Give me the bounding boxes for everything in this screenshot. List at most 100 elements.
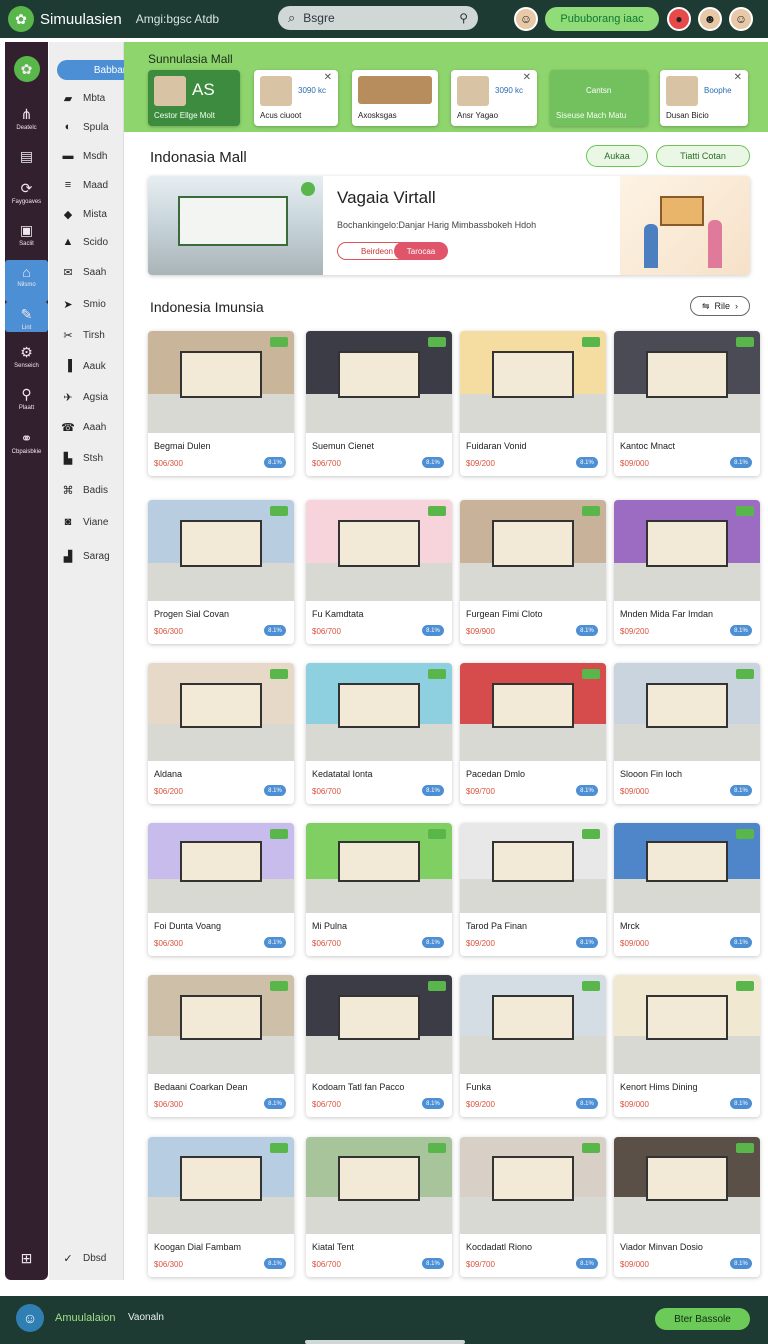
rail-item-1[interactable]: ▤ xyxy=(5,148,48,167)
category-item-15[interactable]: ▟ Sarag xyxy=(61,546,121,566)
product-badge[interactable]: 8.1% xyxy=(422,1258,444,1269)
product-card[interactable]: Mrck $09/000 8.1% xyxy=(614,823,760,956)
category-item-10[interactable]: ✈ Agsia xyxy=(61,387,121,407)
category-item-12[interactable]: ▙ Stsh xyxy=(61,448,121,468)
product-card[interactable]: Progen Sial Covan $06/300 8.1% xyxy=(148,500,294,644)
product-card[interactable]: Mnden Mida Far Imdan $09/200 8.1% xyxy=(614,500,760,644)
product-badge[interactable]: 8.1% xyxy=(422,937,444,948)
category-item-0[interactable]: ▰ Mbta xyxy=(61,88,121,108)
product-card[interactable]: Kantoc Mnact $09/000 8.1% xyxy=(614,331,760,476)
bottom-cta-button[interactable]: Bter Bassole xyxy=(655,1308,750,1330)
product-card[interactable]: Kedatatal Ionta $06/700 8.1% xyxy=(306,663,452,804)
mall-card-4[interactable]: Cantsn Siseuse Mach Matu xyxy=(550,70,648,126)
category-item-5[interactable]: ▲ Scido xyxy=(61,232,121,252)
product-badge[interactable]: 8.1% xyxy=(264,937,286,948)
product-card[interactable]: Kenort Hims Dining $09/000 8.1% xyxy=(614,975,760,1117)
product-card[interactable]: Aldana $06/200 8.1% xyxy=(148,663,294,804)
mall-card-1[interactable]: 3090 kc Acus ciuoot ✕ xyxy=(254,70,338,126)
category-item-8[interactable]: ✂ Tirsh xyxy=(61,325,121,345)
product-badge[interactable]: 8.1% xyxy=(576,625,598,636)
product-card[interactable]: Koogan Dial Fambam $06/300 8.1% xyxy=(148,1137,294,1277)
product-card[interactable]: Mi Pulna $06/700 8.1% xyxy=(306,823,452,956)
product-badge[interactable]: 8.1% xyxy=(576,937,598,948)
top-cta-button[interactable]: Pububorang iaac xyxy=(545,7,659,31)
product-card[interactable]: Viador Minvan Dosio $09/000 8.1% xyxy=(614,1137,760,1277)
rail-item-0[interactable]: ⋔ Deatelc xyxy=(5,106,48,131)
close-icon[interactable]: ✕ xyxy=(734,72,742,83)
rail-item-2[interactable]: ⟳ Faygoaves xyxy=(5,180,48,205)
rail-bottom-icon[interactable]: ⊞ xyxy=(5,1250,48,1267)
product-badge[interactable]: 8.1% xyxy=(576,785,598,796)
product-card[interactable]: Kiatal Tent $06/700 8.1% xyxy=(306,1137,452,1277)
product-badge[interactable]: 8.1% xyxy=(576,1258,598,1269)
product-card[interactable]: Funka $09/200 8.1% xyxy=(460,975,606,1117)
product-badge[interactable]: 8.1% xyxy=(730,625,752,636)
product-badge[interactable]: 8.1% xyxy=(422,457,444,468)
product-card[interactable]: Slooon Fin loch $09/000 8.1% xyxy=(614,663,760,804)
mall-card-3[interactable]: 3090 kc Ansr Yagao ✕ xyxy=(451,70,537,126)
hero-banner[interactable]: Vagaia Virtall Bochankingelo:Danjar Hari… xyxy=(148,176,750,275)
close-icon[interactable]: ✕ xyxy=(523,72,531,83)
hero-button-2[interactable]: Tarocaa xyxy=(394,242,448,260)
search-input[interactable]: ⌕ Bsgre ⚲ xyxy=(278,6,478,30)
product-badge[interactable]: 8.1% xyxy=(730,1098,752,1109)
product-badge[interactable]: 8.1% xyxy=(422,785,444,796)
product-badge[interactable]: 8.1% xyxy=(576,457,598,468)
product-card[interactable]: Fuidaran Vonid $09/200 8.1% xyxy=(460,331,606,476)
notification-icon[interactable]: ● xyxy=(667,7,691,31)
rail-item-3[interactable]: ▣ Saclit xyxy=(5,222,48,247)
product-badge[interactable]: 8.1% xyxy=(730,937,752,948)
scroll-handle[interactable] xyxy=(305,1340,465,1344)
product-card[interactable]: Begmai Dulen $06/300 8.1% xyxy=(148,331,294,476)
category-item-1[interactable]: ◐ Spula xyxy=(61,117,121,137)
category-item-11[interactable]: ☎ Aaah xyxy=(61,417,121,437)
profile-avatar[interactable]: ☺ xyxy=(729,7,753,31)
category-item-14[interactable]: ◙ Viane xyxy=(61,512,121,532)
category-item-3[interactable]: ≡ Maad xyxy=(61,175,121,195)
category-bottom[interactable]: ✓ Dbsd xyxy=(61,1248,121,1268)
category-item-7[interactable]: ➤ Smio xyxy=(61,294,121,314)
top-nav-text[interactable]: Amgi:bgsc Atdb xyxy=(136,12,219,26)
product-card[interactable]: Furgean Fimi Cloto $09/900 8.1% xyxy=(460,500,606,644)
rail-item-4[interactable]: ⌂ Nilsmo xyxy=(5,260,48,302)
aukaa-button[interactable]: Aukaa xyxy=(586,145,648,167)
category-item-13[interactable]: ⌘ Badis xyxy=(61,480,121,500)
friend-avatar[interactable]: ☻ xyxy=(698,7,722,31)
product-card[interactable]: Tarod Pa Finan $09/200 8.1% xyxy=(460,823,606,956)
product-card[interactable]: Kodoam Tatl fan Pacco $06/700 8.1% xyxy=(306,975,452,1117)
mall-card-2[interactable]: Axosksgas xyxy=(352,70,438,126)
product-card[interactable]: Foi Dunta Voang $06/300 8.1% xyxy=(148,823,294,956)
rail-item-5[interactable]: ✎ Lint xyxy=(5,302,48,332)
tiatti-cotan-button[interactable]: Tiatti Cotan xyxy=(656,145,750,167)
product-card[interactable]: Kocdadatl Riono $09/700 8.1% xyxy=(460,1137,606,1277)
product-badge[interactable]: 8.1% xyxy=(576,1098,598,1109)
microphone-icon[interactable]: ⚲ xyxy=(459,11,468,25)
product-badge[interactable]: 8.1% xyxy=(422,625,444,636)
category-item-9[interactable]: ▐ Aauk xyxy=(61,356,121,376)
product-badge[interactable]: 8.1% xyxy=(264,1098,286,1109)
category-item-4[interactable]: ◆ Mista xyxy=(61,204,121,224)
app-logo-icon[interactable]: ✿ xyxy=(8,6,34,32)
product-card[interactable]: Suemun Cienet $06/700 8.1% xyxy=(306,331,452,476)
product-badge[interactable]: 8.1% xyxy=(264,457,286,468)
product-badge[interactable]: 8.1% xyxy=(264,625,286,636)
rail-item-6[interactable]: ⚙ Senseich xyxy=(5,344,48,369)
rail-logo-icon[interactable]: ✿ xyxy=(5,56,48,82)
user-avatar[interactable]: ☺ xyxy=(514,7,538,31)
product-card[interactable]: Pacedan Dmlo $09/700 8.1% xyxy=(460,663,606,804)
product-card[interactable]: Bedaani Coarkan Dean $06/300 8.1% xyxy=(148,975,294,1117)
bottom-logo-icon[interactable]: ☺ xyxy=(16,1304,44,1332)
product-badge[interactable]: 8.1% xyxy=(730,1258,752,1269)
product-badge[interactable]: 8.1% xyxy=(730,457,752,468)
product-badge[interactable]: 8.1% xyxy=(264,785,286,796)
close-icon[interactable]: ✕ xyxy=(324,72,332,83)
mall-card-0[interactable]: AS Cestor Ellge Molt xyxy=(148,70,240,126)
product-badge[interactable]: 8.1% xyxy=(422,1098,444,1109)
product-badge[interactable]: 8.1% xyxy=(730,785,752,796)
filter-button[interactable]: ⇋ Rile › xyxy=(690,296,750,316)
product-badge[interactable]: 8.1% xyxy=(264,1258,286,1269)
category-item-2[interactable]: ▬ Msdh xyxy=(61,146,121,166)
rail-item-7[interactable]: ⚲ Plaatt xyxy=(5,386,48,411)
category-item-6[interactable]: ✉ Saah xyxy=(61,262,121,282)
mall-card-5[interactable]: Boophe Dusan Bicio ✕ xyxy=(660,70,748,126)
